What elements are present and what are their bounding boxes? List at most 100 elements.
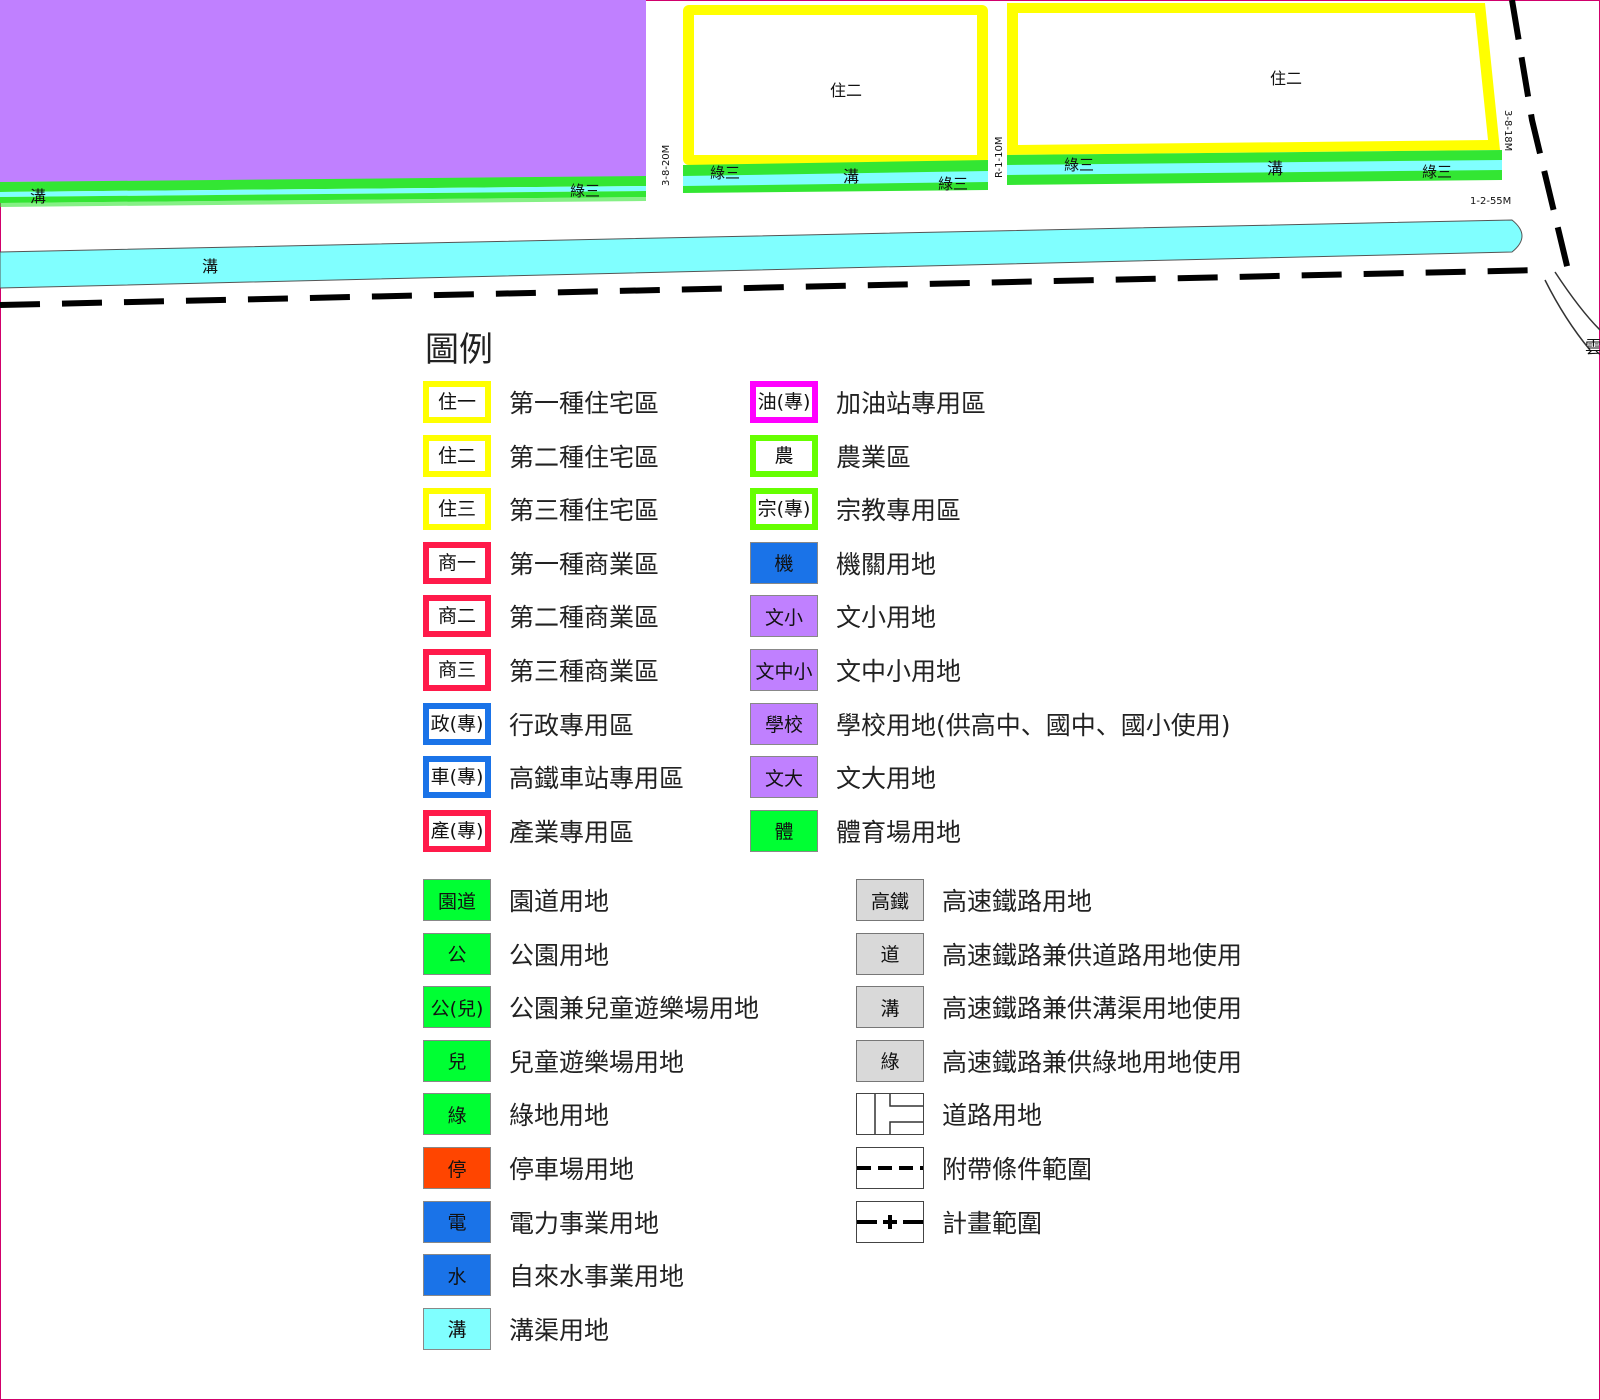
canal-label-3: 溝 xyxy=(1267,159,1283,178)
legend-item: 政(專) 行政專用區 xyxy=(423,702,634,746)
green-label-3: 綠三 xyxy=(938,175,968,193)
legend-item: 溝 溝渠用地 xyxy=(423,1307,609,1351)
legend-code: 住二 xyxy=(433,442,480,469)
legend-label: 第一種商業區 xyxy=(509,549,660,579)
road-label-2: R-1-10M xyxy=(994,137,1005,178)
green-label-2: 綠三 xyxy=(710,164,740,182)
legend-label: 第一種住宅區 xyxy=(509,389,660,418)
legend-swatch: 產(專) xyxy=(423,809,491,852)
legend-label: 加油站專用區 xyxy=(836,389,987,418)
green-label-5: 綠三 xyxy=(1422,163,1452,181)
legend-swatch: 學校 xyxy=(750,702,818,745)
legend-swatch: 機 xyxy=(750,541,818,584)
legend-item: 宗(專) 宗教專用區 xyxy=(750,487,961,531)
legend-item: 文大 文大用地 xyxy=(750,755,936,799)
legend-swatch: 體 xyxy=(750,809,818,852)
legend-label: 學校用地(供高中、國中、國小使用) xyxy=(836,710,1231,740)
legend-code: 農 xyxy=(770,442,798,469)
legend-item: 住三 第三種住宅區 xyxy=(423,487,659,531)
legend-code: 文中小 xyxy=(755,660,813,683)
legend-swatch: 兒 xyxy=(423,1039,491,1082)
legend-code: 文小 xyxy=(764,606,803,629)
legend-label: 電力事業用地 xyxy=(509,1208,660,1238)
legend-swatch: 公(兒) xyxy=(423,986,491,1029)
legend-label: 文大用地 xyxy=(836,764,937,794)
legend-item: 公(兒) 公園兼兒童遊樂場用地 xyxy=(423,985,759,1029)
legend-label: 公園用地 xyxy=(509,940,610,970)
legend-item: 體 體育場用地 xyxy=(750,809,961,853)
legend-code: 綠 xyxy=(447,1104,467,1127)
legend-label: 自來水事業用地 xyxy=(509,1262,685,1292)
main-canal xyxy=(0,219,1523,289)
legend-label: 停車場用地 xyxy=(509,1155,635,1184)
legend-swatch: 溝 xyxy=(423,1307,491,1350)
legend-swatch: 文小 xyxy=(750,595,818,638)
legend-swatch: 溝 xyxy=(856,986,924,1029)
legend-code: 商一 xyxy=(433,549,480,576)
legend-item: 道 高速鐵路兼供道路用地使用 xyxy=(856,932,1242,976)
zone-label-2: 住二 xyxy=(1270,69,1302,88)
legend-label: 溝渠用地 xyxy=(509,1315,610,1345)
legend-label: 行政專用區 xyxy=(509,710,635,740)
legend-label: 計畫範圍 xyxy=(942,1208,1043,1238)
legend-label: 綠地用地 xyxy=(509,1101,610,1131)
legend-label: 高速鐵路兼供溝渠用地使用 xyxy=(942,994,1243,1024)
legend-item: 停 停車場用地 xyxy=(423,1146,634,1190)
legend-swatch: 文中小 xyxy=(750,649,818,691)
legend-code: 溝 xyxy=(447,1319,467,1342)
legend-code: 水 xyxy=(447,1265,467,1288)
plan-symbol-icon xyxy=(857,1214,923,1229)
legend-item: 商二 第二種商業區 xyxy=(423,594,659,638)
legend-swatch: 住一 xyxy=(423,381,491,423)
canal-label-1: 溝 xyxy=(30,187,46,206)
legend-label: 附帶條件範圍 xyxy=(942,1155,1093,1184)
legend-item: 計畫範圍 xyxy=(856,1200,1042,1244)
land-use-map: 住二 住二 溝 溝 溝 溝 綠三 綠三 綠三 綠三 綠三 3-8-20M R-1… xyxy=(0,0,1600,358)
legend-label: 高鐵車站專用區 xyxy=(509,764,685,794)
legend-swatch: 園道 xyxy=(423,879,491,921)
road-symbol-icon xyxy=(874,1094,923,1135)
legend-item: 綠 綠地用地 xyxy=(423,1092,609,1136)
legend-swatch: 農 xyxy=(750,434,818,477)
canal-label-4: 溝 xyxy=(202,257,218,276)
legend-swatch: 車(專) xyxy=(423,756,491,799)
legend-label: 文中小用地 xyxy=(836,657,962,686)
legend-swatch: 停 xyxy=(423,1147,491,1189)
legend-item: 道路用地 xyxy=(856,1092,1042,1136)
legend-label: 宗教專用區 xyxy=(836,496,962,526)
legend-swatch: 宗(專) xyxy=(750,488,818,531)
legend-swatch xyxy=(856,1147,924,1189)
legend-label: 機關用地 xyxy=(836,549,937,579)
legend-item: 學校 學校用地(供高中、國中、國小使用) xyxy=(750,702,1231,746)
legend-code: 商三 xyxy=(433,657,480,683)
canal-label-2: 溝 xyxy=(843,167,859,186)
legend-item: 溝 高速鐵路兼供溝渠用地使用 xyxy=(856,985,1242,1029)
legend-label: 第三種商業區 xyxy=(509,657,660,686)
legend-code: 學校 xyxy=(764,714,803,737)
legend-item: 文小 文小用地 xyxy=(750,594,936,638)
legend-title: 圖例 xyxy=(425,330,493,370)
legend-swatch: 綠 xyxy=(423,1093,491,1136)
legend-item: 綠 高速鐵路兼供綠地用地使用 xyxy=(856,1039,1242,1083)
legend-label: 園道用地 xyxy=(509,887,610,916)
legend-swatch: 商一 xyxy=(423,541,491,584)
legend-swatch: 住三 xyxy=(423,488,491,531)
legend-swatch: 水 xyxy=(423,1254,491,1297)
green-label-4: 綠三 xyxy=(1064,156,1094,174)
legend-code: 綠 xyxy=(880,1051,900,1074)
legend-code: 公 xyxy=(447,944,467,967)
legend-code: 電 xyxy=(447,1212,467,1235)
legend-code: 體 xyxy=(774,821,794,844)
legend-label: 道路用地 xyxy=(942,1101,1043,1131)
legend-label: 兒童遊樂場用地 xyxy=(509,1047,685,1077)
residential-block-2-inner xyxy=(1018,13,1488,145)
legend-code: 溝 xyxy=(880,997,900,1020)
legend-item: 附帶條件範圍 xyxy=(856,1146,1092,1190)
legend-swatch xyxy=(856,1200,924,1243)
legend-swatch: 文大 xyxy=(750,756,818,799)
legend-item: 電 電力事業用地 xyxy=(423,1200,659,1244)
legend-item: 油(專) 加油站專用區 xyxy=(750,380,986,424)
legend-label: 高速鐵路用地 xyxy=(942,887,1093,916)
legend-swatch xyxy=(856,1093,924,1136)
legend-item: 住二 第二種住宅區 xyxy=(423,434,659,478)
